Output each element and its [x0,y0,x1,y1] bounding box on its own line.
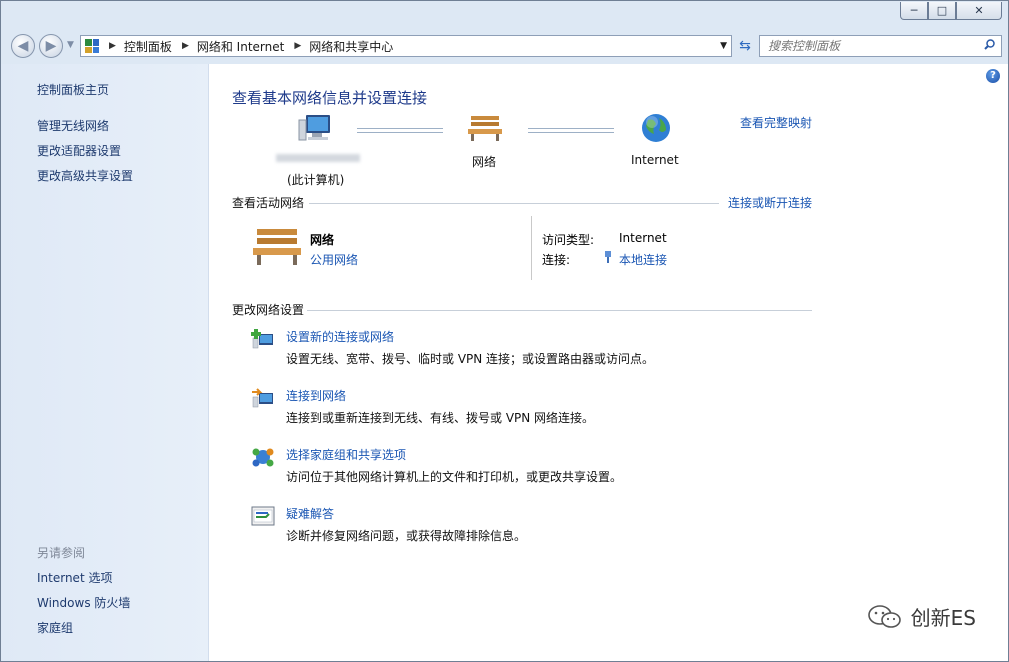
explorer-window: ─ □ ✕ ◀ ▶ ▼ ▶ 控制面板 ▶ 网络和 Internet ▶ 网络和共… [0,0,1009,662]
sidebar-link-homegroup[interactable]: 家庭组 [37,619,73,636]
breadcrumb-network-sharing-center[interactable]: 网络和共享中心 [309,38,393,55]
task-troubleshoot-desc: 诊断并修复网络问题，或获得故障排除信息。 [286,529,527,543]
sidebar-link-adapter-settings[interactable]: 更改适配器设置 [37,142,121,159]
navigation-bar: ◀ ▶ ▼ ▶ 控制面板 ▶ 网络和 Internet ▶ 网络和共享中心 ▼ … [9,32,1002,60]
connect-to-network-icon [252,388,273,408]
refresh-icon: ⇆ [739,38,751,54]
back-arrow-icon: ◀ [17,38,29,54]
troubleshoot-icon [251,506,275,526]
task-setup-connection-desc: 设置无线、宽带、拨号、临时或 VPN 连接；或设置路由器或访问点。 [286,352,655,366]
network-type-link[interactable]: 公用网络 [310,251,358,268]
globe-icon[interactable] [640,112,672,144]
minimize-button[interactable]: ─ [900,2,928,20]
active-networks-heading: 查看活动网络 [232,196,305,210]
chevron-right-icon[interactable]: ▶ [109,41,116,51]
forward-arrow-icon: ▶ [45,38,57,54]
main-content: ? 查看基本网络信息并设置连接 (此计算机) 网络 Internet 查看完整映… [209,64,1008,661]
task-connect-network-desc: 连接到或重新连接到无线、有线、拨号或 VPN 网络连接。 [286,411,595,425]
connection-label: 连接: [542,253,571,267]
computer-icon[interactable] [297,112,333,144]
active-network-name: 网络 [310,233,335,247]
search-icon[interactable] [984,39,995,50]
chevron-right-icon[interactable]: ▶ [294,41,301,51]
ethernet-plug-icon [605,251,611,263]
wechat-icon [867,604,901,628]
search-box[interactable] [759,35,1002,57]
map-network-label: 网络 [472,155,497,169]
task-homegroup-link[interactable]: 选择家庭组和共享选项 [286,446,406,463]
close-button[interactable]: ✕ [956,2,1002,20]
map-internet-label: Internet [631,153,679,167]
recent-pages-dropdown-icon[interactable]: ▼ [67,40,74,50]
watermark-text: 创新ES [910,606,976,630]
view-full-map-link[interactable]: 查看完整映射 [740,114,812,131]
new-connection-icon [251,329,273,349]
help-icon[interactable]: ? [986,69,1000,83]
caption-buttons: ─ □ ✕ [900,2,1002,20]
section-divider [307,310,812,311]
sidebar-link-windows-firewall[interactable]: Windows 防火墙 [37,594,130,611]
maximize-button[interactable]: □ [928,2,956,20]
network-bench-icon[interactable] [251,227,303,267]
computer-name-redacted [276,154,360,162]
watermark: 创新ES [867,602,976,631]
breadcrumb-control-panel[interactable]: 控制面板 [124,38,172,55]
sidebar-link-advanced-sharing[interactable]: 更改高级共享设置 [37,167,133,184]
task-troubleshoot-link[interactable]: 疑难解答 [286,505,334,522]
page-title: 查看基本网络信息并设置连接 [232,89,428,107]
access-type-value: Internet [619,231,667,245]
task-homegroup-desc: 访问位于其他网络计算机上的文件和打印机，或更改共享设置。 [286,470,623,484]
address-bar[interactable]: ▶ 控制面板 ▶ 网络和 Internet ▶ 网络和共享中心 ▼ [80,35,732,57]
sidebar: 控制面板主页 管理无线网络 更改适配器设置 更改高级共享设置 另请参阅 Inte… [1,64,209,661]
refresh-button[interactable]: ⇆ [734,35,756,57]
search-input[interactable] [760,38,970,54]
map-connector-line [528,128,614,133]
task-connect-network-link[interactable]: 连接到网络 [286,387,346,404]
bench-icon[interactable] [467,114,503,142]
address-dropdown-icon[interactable]: ▼ [720,41,727,51]
sidebar-link-internet-options[interactable]: Internet 选项 [37,569,112,586]
change-settings-heading: 更改网络设置 [232,303,305,317]
connect-disconnect-link[interactable]: 连接或断开连接 [728,194,812,211]
local-connection-link[interactable]: 本地连接 [619,251,667,268]
chevron-right-icon[interactable]: ▶ [182,41,189,51]
section-divider [309,203,719,204]
breadcrumb-network-internet[interactable]: 网络和 Internet [197,38,284,55]
see-also-heading: 另请参阅 [37,546,86,560]
back-button[interactable]: ◀ [11,34,35,58]
control-panel-icon [85,39,99,53]
task-setup-connection-link[interactable]: 设置新的连接或网络 [286,328,394,345]
vertical-divider [531,216,532,280]
homegroup-icon [252,448,274,467]
computer-sub-label: (此计算机) [287,173,345,187]
forward-button[interactable]: ▶ [39,34,63,58]
sidebar-link-manage-wireless[interactable]: 管理无线网络 [37,117,109,134]
sidebar-link-control-panel-home[interactable]: 控制面板主页 [37,81,109,98]
map-connector-line [357,128,443,133]
access-type-label: 访问类型: [542,233,595,247]
